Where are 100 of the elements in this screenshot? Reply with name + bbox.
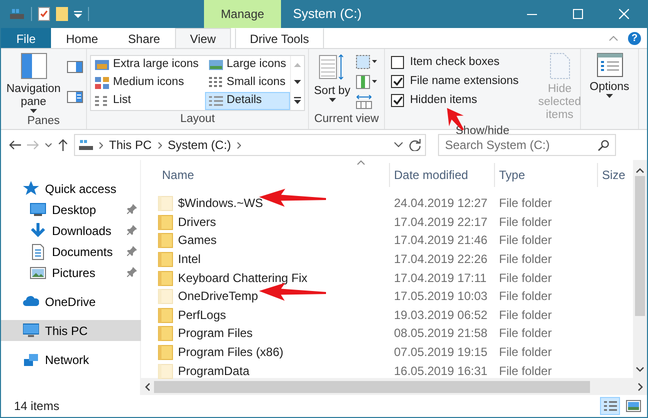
dropdown-icon[interactable]: [74, 10, 82, 18]
recent-locations-icon[interactable]: [45, 142, 52, 148]
vertical-scrollbar[interactable]: [633, 160, 647, 378]
file-name[interactable]: $Windows.~WS: [178, 194, 264, 212]
annotation-arrow: [259, 282, 326, 301]
navigation-item[interactable]: This PC: [1, 320, 141, 341]
breadcrumb[interactable]: This PC: [109, 136, 152, 154]
network-icon: [23, 352, 39, 368]
layout-option[interactable]: Details: [204, 92, 290, 110]
group-by-icon[interactable]: [356, 55, 378, 69]
sort-by-button[interactable]: Sort by: [312, 53, 352, 111]
group-label: Current view: [314, 112, 379, 127]
breadcrumb[interactable]: System (C:): [168, 136, 232, 154]
add-columns-icon[interactable]: [356, 75, 378, 89]
properties-icon[interactable]: [38, 7, 50, 21]
scroll-down-icon[interactable]: [294, 80, 302, 84]
item-count: 14 items: [14, 398, 60, 415]
group-label: Panes: [27, 114, 60, 130]
scroll-left-icon: [145, 382, 150, 390]
date-modified-cell-text: 17.05.2019 10:03: [393, 288, 488, 306]
horizontal-scrollbar[interactable]: [141, 378, 647, 395]
file-name[interactable]: PerfLogs: [178, 306, 226, 324]
navigation-item[interactable]: OneDrive: [1, 291, 141, 312]
download-arrow-icon: [30, 222, 46, 238]
layout-option[interactable]: Small icons: [204, 74, 290, 92]
options-button[interactable]: Options: [584, 53, 635, 111]
ribbon-tab[interactable]: View: [175, 28, 231, 48]
collapse-ribbon-icon[interactable]: [609, 36, 618, 40]
monitor-icon: [30, 202, 46, 218]
drive-icon: [79, 139, 93, 151]
file-name[interactable]: OneDriveTemp: [178, 287, 258, 306]
file-name[interactable]: Games: [178, 231, 217, 250]
navigation-item[interactable]: Desktop: [1, 199, 141, 220]
date-modified-cell-text: 07.05.2019 19:15: [393, 344, 488, 362]
ribbon-tab[interactable]: Home: [51, 28, 114, 48]
close-icon[interactable]: [619, 9, 629, 19]
file-name[interactable]: Keyboard Chattering Fix: [178, 268, 308, 287]
grid-icon: [208, 77, 223, 89]
search-field[interactable]: Search System (C:): [438, 134, 616, 156]
preview-pane-icon[interactable]: [67, 61, 83, 73]
chevron-icon: [99, 142, 103, 148]
image-icon: [95, 59, 109, 71]
back-icon[interactable]: [9, 140, 21, 150]
refresh-icon[interactable]: [409, 139, 421, 151]
file-name[interactable]: ProgramData: [178, 362, 250, 380]
grid-icon: [208, 95, 223, 107]
layout-option[interactable]: List: [91, 92, 203, 110]
file-type-cell-text: File folder: [498, 270, 553, 287]
file-name[interactable]: Program Files (x86): [178, 343, 284, 362]
layout-option[interactable]: Extra large icons: [91, 56, 203, 74]
file-type-cell-text: File folder: [498, 362, 553, 380]
checkbox-label[interactable]: Hidden items: [410, 92, 478, 110]
drive-icon[interactable]: [9, 8, 25, 20]
file-name[interactable]: Drivers: [178, 212, 216, 231]
date-modified-cell-text: 19.03.2019 06:52: [393, 306, 488, 324]
navigation-item[interactable]: Quick access: [1, 178, 141, 199]
picture-icon: [30, 264, 46, 280]
grid-icon: [95, 77, 109, 89]
up-icon[interactable]: [58, 139, 68, 151]
checkbox[interactable]: [391, 56, 404, 69]
date-modified-cell-text: 17.04.2019 21:46: [393, 232, 488, 250]
navigation-item[interactable]: Pictures: [1, 262, 141, 283]
scroll-down-icon: [636, 367, 644, 372]
maximize-icon[interactable]: [573, 9, 583, 19]
page-icon: [550, 53, 570, 79]
help-button[interactable]: ?: [628, 32, 641, 44]
dropdown-icon[interactable]: [394, 142, 403, 148]
details-view-button[interactable]: [600, 397, 620, 415]
layout-option[interactable]: Medium icons: [91, 74, 203, 92]
navigation-item[interactable]: Network: [1, 349, 141, 370]
file-name[interactable]: Program Files: [178, 324, 253, 342]
column-header[interactable]: Name: [158, 163, 390, 187]
address-bar[interactable]: This PC System (C:): [74, 134, 426, 156]
date-modified-cell-text: 17.04.2019 22:26: [393, 251, 488, 268]
expand-icon[interactable]: [294, 96, 302, 104]
checkbox[interactable]: [391, 75, 404, 88]
navigation-pane-button[interactable]: Navigation pane: [4, 53, 63, 114]
file-name[interactable]: Intel: [178, 250, 201, 268]
checkbox-label[interactable]: File name extensions: [410, 72, 519, 90]
chevron-icon: [237, 142, 242, 148]
scroll-right-icon: [638, 382, 643, 390]
date-modified-cell-text: 08.05.2019 21:58: [393, 325, 488, 342]
grid-icon: [95, 95, 109, 107]
fit-columns-icon[interactable]: [356, 95, 372, 109]
details-pane-icon[interactable]: [67, 91, 83, 103]
layout-option[interactable]: Large icons: [204, 56, 290, 74]
file-type-cell-text: File folder: [498, 214, 553, 231]
file-tab[interactable]: File: [1, 28, 51, 48]
large-buttons-view-icon[interactable]: [623, 397, 643, 415]
navigation-item[interactable]: Documents: [1, 241, 141, 262]
ribbon-tab[interactable]: Share: [113, 28, 176, 48]
checkbox[interactable]: [391, 94, 404, 107]
column-header[interactable]: Size: [598, 163, 633, 187]
sort-ascending-icon: [357, 160, 365, 165]
date-modified-cell-text: 24.04.2019 12:27: [393, 195, 488, 212]
column-header[interactable]: Date modified: [390, 163, 495, 187]
navigation-item[interactable]: Downloads: [1, 220, 141, 241]
checkbox-label[interactable]: Item check boxes: [410, 54, 500, 72]
column-header[interactable]: Type: [495, 163, 598, 187]
caret-icon: [328, 98, 336, 102]
